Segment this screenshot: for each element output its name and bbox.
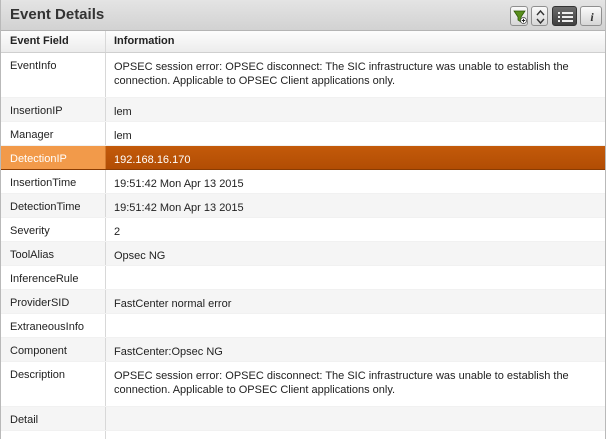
table-row[interactable]: Manager lem xyxy=(1,122,605,146)
event-field-cell: Severity xyxy=(1,218,106,241)
event-field-cell: InsertionIP xyxy=(1,98,106,121)
information-cell: 192.168.16.170 xyxy=(114,154,191,166)
table-row[interactable]: Component FastCenter:Opsec NG xyxy=(1,338,605,362)
event-field-cell: EventInfo xyxy=(1,53,106,97)
event-details-table: Event Field Information EventInfo OPSEC s… xyxy=(1,31,605,439)
info-button[interactable]: i xyxy=(580,6,602,26)
table-row[interactable]: InferenceRule xyxy=(1,266,605,290)
info-icon: i xyxy=(590,10,594,24)
filter-add-button[interactable] xyxy=(510,6,528,26)
information-cell xyxy=(106,266,605,289)
information-cell: 19:51:42 Mon Apr 13 2015 xyxy=(114,178,244,190)
event-field-cell: DetectionTime xyxy=(1,194,106,217)
event-field-cell: ToolAlias xyxy=(1,242,106,265)
event-field-cell: DetectionIP xyxy=(1,146,106,169)
column-header-information[interactable]: Information xyxy=(106,31,605,52)
information-cell xyxy=(106,431,605,439)
panel-titlebar: Event Details i xyxy=(1,0,605,31)
table-row[interactable]: DetectionTime 19:51:42 Mon Apr 13 2015 xyxy=(1,194,605,218)
information-cell xyxy=(106,314,605,337)
event-field-cell: InferenceRule xyxy=(1,266,106,289)
event-field-cell: ExtraneousInfo xyxy=(1,314,106,337)
table-row[interactable]: EventInfo OPSEC session error: OPSEC disc… xyxy=(1,53,605,98)
table-row[interactable]: Description OPSEC session error: OPSEC di… xyxy=(1,362,605,407)
information-cell: FastCenter:Opsec NG xyxy=(114,346,223,358)
event-details-panel: Event Details i Event Field Information … xyxy=(0,0,606,439)
information-cell xyxy=(106,407,605,430)
table-row[interactable]: ExtraneousInfo xyxy=(1,314,605,338)
event-field-cell: Detail xyxy=(1,407,106,430)
table-body: EventInfo OPSEC session error: OPSEC disc… xyxy=(1,53,605,439)
table-header: Event Field Information xyxy=(1,31,605,53)
information-cell: lem xyxy=(114,106,132,118)
information-cell: FastCenter normal error xyxy=(114,298,232,310)
information-cell: 19:51:42 Mon Apr 13 2015 xyxy=(114,202,244,214)
information-cell: Opsec NG xyxy=(114,250,166,262)
information-cell: 2 xyxy=(114,226,121,238)
table-row[interactable]: ToolAlias Opsec NG xyxy=(1,242,605,266)
event-field-cell: Manager xyxy=(1,122,106,145)
panel-title: Event Details xyxy=(10,6,105,23)
information-cell: OPSEC session error: OPSEC disconnect: T… xyxy=(114,370,569,396)
filter-add-icon xyxy=(513,10,527,24)
event-field-cell: InsertionTime xyxy=(1,170,106,193)
table-row[interactable]: DetectionIP 192.168.16.170 xyxy=(1,146,605,170)
information-cell: OPSEC session error: OPSEC disconnect: T… xyxy=(114,61,569,87)
table-row[interactable]: InsertionIP lem xyxy=(1,98,605,122)
table-row[interactable]: ProviderSID FastCenter normal error xyxy=(1,290,605,314)
event-field-cell: ProviderSID xyxy=(1,290,106,313)
table-row[interactable]: InsertionTime 19:51:42 Mon Apr 13 2015 xyxy=(1,170,605,194)
event-field-cell: Component xyxy=(1,338,106,361)
table-row[interactable]: StackTrace xyxy=(1,431,605,439)
list-view-icon xyxy=(558,12,573,22)
column-header-event-field[interactable]: Event Field xyxy=(1,31,106,52)
event-field-cell: StackTrace xyxy=(1,431,106,439)
event-field-cell: Description xyxy=(1,362,106,406)
table-row[interactable]: Detail xyxy=(1,407,605,431)
list-view-button[interactable] xyxy=(552,6,577,26)
sort-button[interactable] xyxy=(531,6,548,26)
information-cell: lem xyxy=(114,130,132,142)
table-row[interactable]: Severity 2 xyxy=(1,218,605,242)
info-glyph: i xyxy=(590,10,594,24)
sort-updown-icon xyxy=(536,9,545,25)
